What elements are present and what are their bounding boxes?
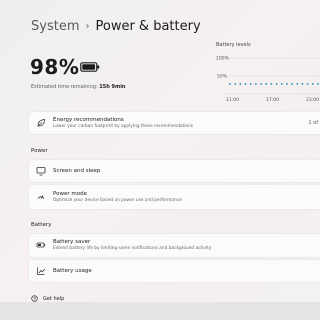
section-label-power: Power	[31, 148, 48, 154]
breadcrumb-separator: ›	[85, 21, 90, 32]
screen-and-sleep-item[interactable]: Screen and sleep	[29, 160, 320, 182]
recommendations-progress: 1 of	[308, 120, 318, 126]
data-point-7	[265, 83, 268, 85]
y-tick-100: 100%	[216, 56, 230, 62]
power-mode-description: Optimize your device based on power use …	[53, 198, 182, 203]
x-tick-3: 23:00	[306, 97, 319, 103]
data-point-6	[260, 83, 262, 85]
estimated-time-remaining: Estimated time remaining: 15h 9min	[31, 84, 126, 90]
chart-title: Battery levels	[216, 42, 251, 48]
data-point-2	[239, 83, 242, 85]
data-point-15	[306, 83, 309, 85]
battery-levels-chart: 100% 50% 11:00 17:00 23:00	[216, 56, 320, 103]
battery-usage-title: Battery usage	[53, 268, 92, 274]
battery-icon	[80, 62, 100, 72]
get-help-link[interactable]: Get help	[31, 295, 64, 302]
section-label-battery: Battery	[31, 222, 52, 228]
data-point-12	[291, 83, 294, 85]
data-point-0	[229, 83, 231, 85]
battery-usage-item[interactable]: Battery usage	[29, 260, 320, 282]
battery-saver-icon	[36, 242, 46, 248]
data-point-14	[301, 83, 304, 85]
power-mode-item[interactable]: Power mode Optimize your device based on…	[29, 185, 320, 209]
data-point-17	[317, 83, 319, 85]
breadcrumb: System › Power & battery	[31, 19, 201, 34]
data-point-10	[280, 83, 283, 85]
leaf-icon	[37, 119, 45, 127]
data-point-16	[311, 83, 314, 85]
data-points	[229, 83, 319, 85]
data-point-3	[244, 83, 247, 85]
x-tick-2: 17:00	[266, 97, 279, 103]
get-help-label: Get help	[43, 295, 65, 302]
battery-saver-item[interactable]: Battery saver Extend battery life by lim…	[29, 234, 320, 257]
screen-sleep-icon	[36, 167, 46, 176]
data-point-9	[275, 83, 278, 85]
page-title: Power & battery	[95, 19, 201, 34]
energy-recommendations-description: Lower your carbon footprint by applying …	[53, 124, 194, 129]
y-tick-50: 50%	[217, 74, 228, 80]
power-mode-title: Power mode	[53, 191, 87, 197]
battery-usage-icon	[37, 267, 45, 275]
estimate-label: Estimated time remaining:	[31, 84, 98, 90]
energy-recommendations-card[interactable]: Energy recommendations Lower your carbon…	[29, 112, 320, 134]
breadcrumb-system-link[interactable]: System	[31, 19, 79, 34]
battery-percentage: 98%	[30, 55, 80, 79]
data-point-8	[270, 83, 273, 85]
data-point-4	[249, 83, 252, 85]
data-point-11	[286, 83, 288, 85]
battery-saver-description: Extend battery life by limiting some not…	[53, 246, 212, 251]
power-mode-icon	[37, 195, 45, 199]
data-point-1	[234, 83, 237, 85]
estimate-value: 15h 9min	[99, 84, 126, 90]
help-icon	[31, 295, 38, 302]
x-tick-1: 11:00	[226, 97, 239, 103]
data-point-13	[296, 83, 299, 85]
screen-and-sleep-title: Screen and sleep	[53, 168, 101, 174]
battery-saver-title: Battery saver	[53, 239, 91, 245]
data-point-5	[254, 83, 257, 85]
bottom-edge	[0, 302, 320, 320]
energy-recommendations-title: Energy recommendations	[53, 117, 124, 123]
